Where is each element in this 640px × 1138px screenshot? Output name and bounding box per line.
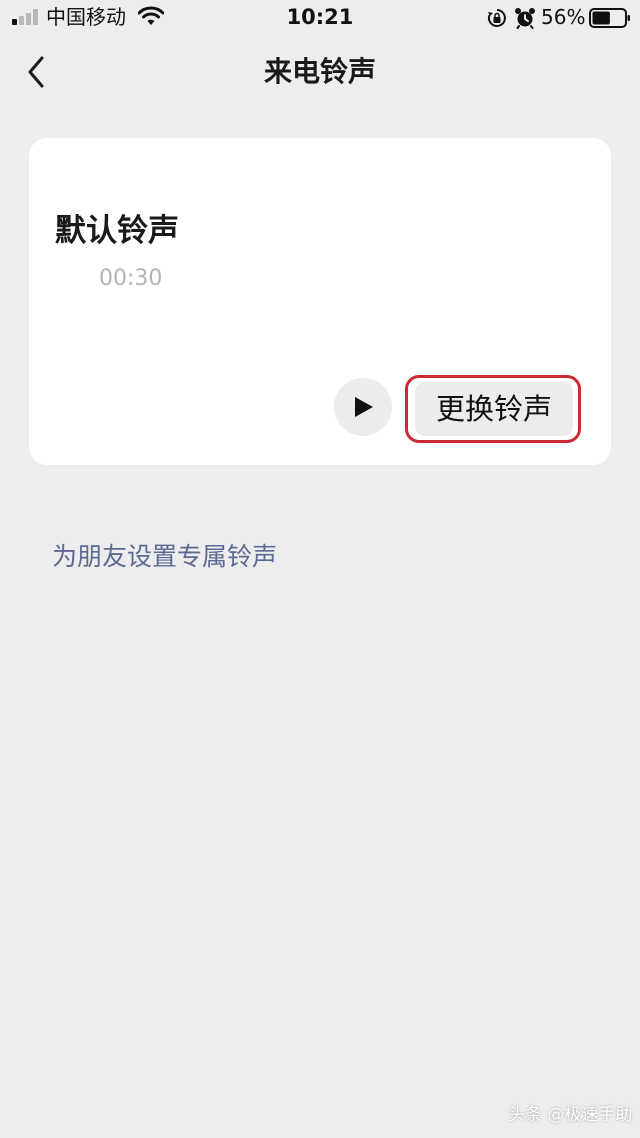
- annotation-highlight-box: [405, 375, 581, 443]
- watermark: 头条 @极速手助: [508, 1105, 633, 1125]
- play-button[interactable]: [334, 378, 392, 436]
- battery-percentage: 56%: [541, 5, 586, 29]
- page-title: 来电铃声: [263, 55, 376, 88]
- alarm-icon: [515, 8, 535, 29]
- status-bar: 中国移动 10:21 56%: [0, 0, 640, 36]
- ringtone-name: 默认铃声: [55, 213, 179, 249]
- battery-icon: [589, 8, 630, 28]
- set-friend-ringtone-link[interactable]: 为朋友设置专属铃声: [52, 540, 277, 574]
- orientation-lock-icon: [487, 9, 506, 27]
- play-icon: [355, 397, 373, 417]
- ringtone-duration: 00:30: [99, 266, 163, 291]
- ringtone-card: 默认铃声 00:30 更换铃声: [29, 138, 611, 465]
- navigation-bar: 来电铃声: [0, 36, 640, 108]
